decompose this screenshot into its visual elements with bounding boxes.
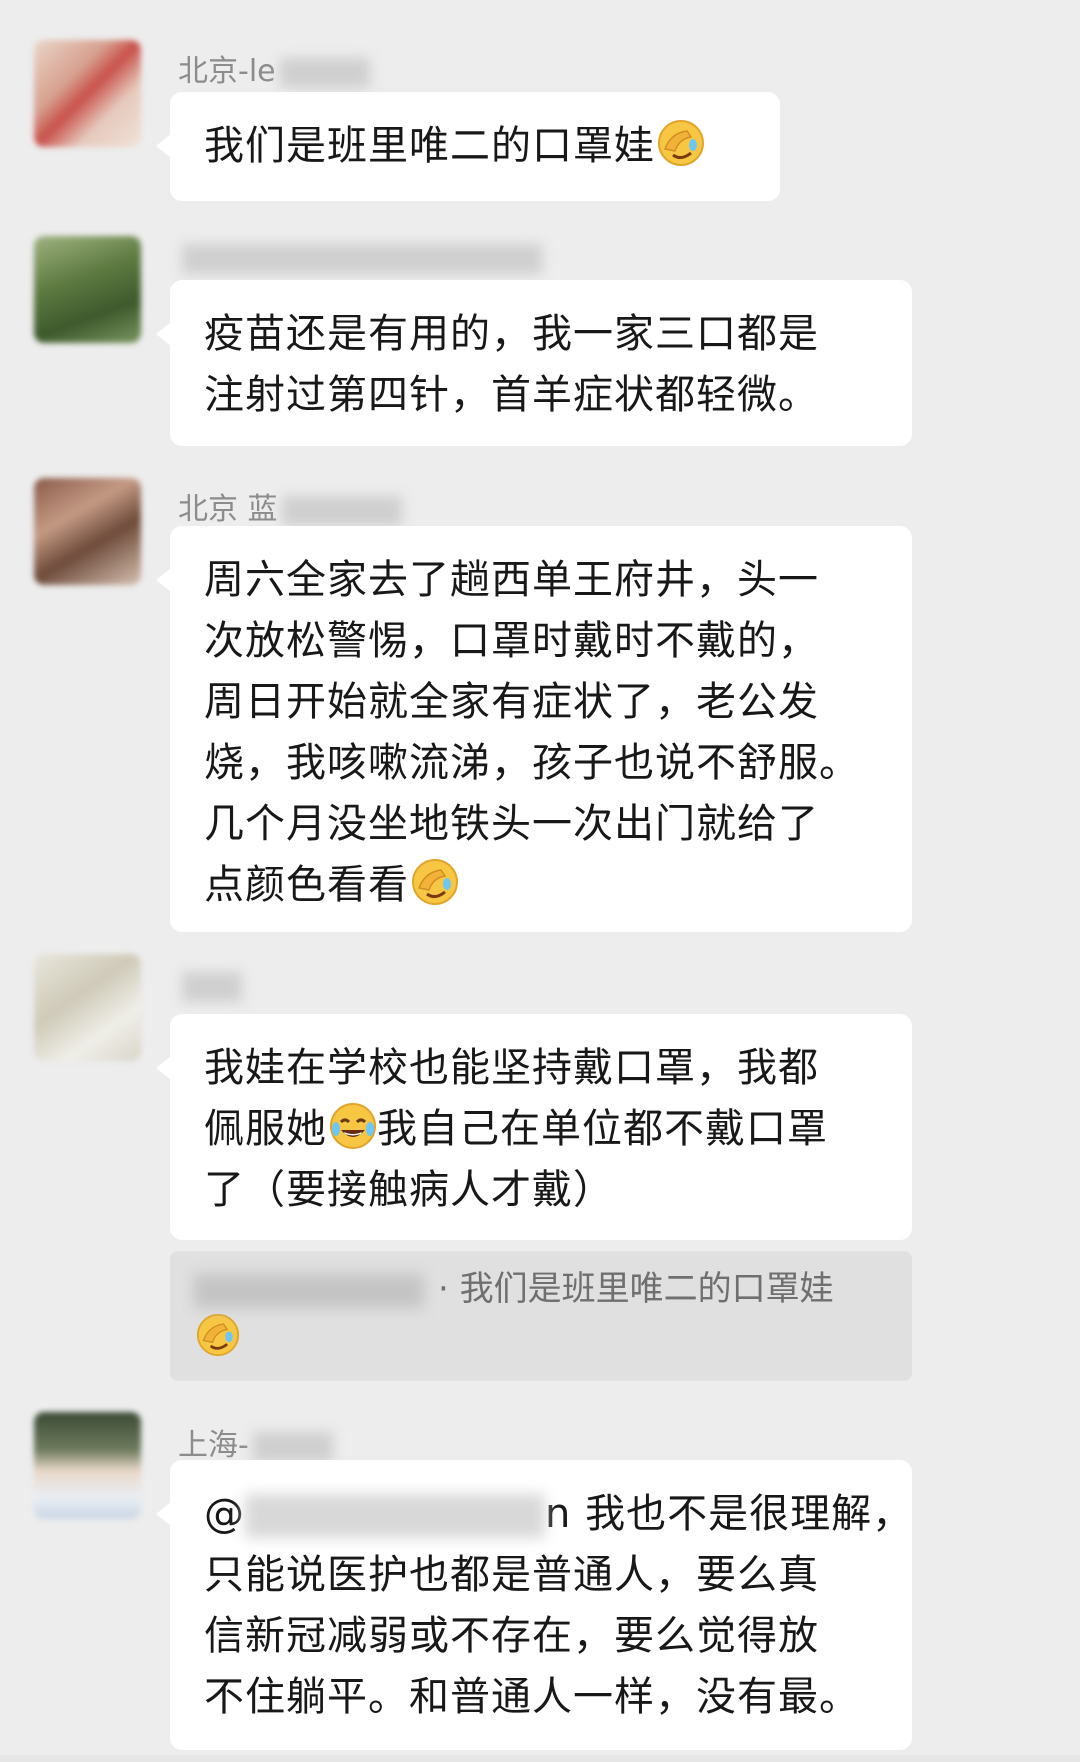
sender-name: 北京-le [178, 46, 370, 90]
quote-text: 我们是班里唯二的口罩娃 [459, 1269, 834, 1309]
message-text-line: 只能说医护也都是普通人，要么真 [204, 1552, 819, 1598]
divider [0, 1755, 1080, 1762]
message-text-line: 几个月没坐地铁头一次出门就给了 [204, 801, 819, 847]
tears-of-joy-emoji [330, 1103, 376, 1149]
message-bubble[interactable]: 疫苗还是有用的，我一家三口都是 注射过第四针，首羊症状都轻微。 [156, 280, 912, 446]
message-text-line: @ n 我也不是很理解， [204, 1491, 914, 1538]
avatar[interactable] [34, 954, 141, 1061]
message-text-line: 我娃在学校也能坚持戴口罩，我都 [204, 1045, 819, 1091]
message-bubble[interactable]: 我娃在学校也能坚持戴口罩，我都 佩服她 我自己在单位都不戴口罩 了（要接触病人才戴… [156, 1014, 912, 1240]
sender-name: 上海- [178, 1420, 333, 1464]
quote-separator: · [438, 1269, 460, 1309]
message-text-line: 佩服她 我自己在单位都不戴口罩 [204, 1099, 880, 1160]
facepalm-laugh-emoji [658, 120, 704, 166]
message-text-line: 疫苗还是有用的，我一家三口都是 [204, 311, 819, 357]
avatar[interactable] [34, 40, 141, 147]
facepalm-laugh-emoji [196, 1313, 240, 1357]
avatar[interactable] [34, 236, 141, 343]
message-text-line: 烧，我咳嗽流涕，孩子也说不舒服。 [204, 740, 860, 786]
message-text-line: 了（要接触病人才戴） [204, 1167, 614, 1213]
message-text-line: 点颜色看看 [204, 855, 880, 916]
message-text-line: 注射过第四针，首羊症状都轻微。 [204, 372, 819, 418]
avatar[interactable] [34, 478, 141, 585]
message-bubble[interactable]: 我们是班里唯二的口罩娃 [156, 92, 780, 201]
message-text-line: 次放松警惕，口罩时戴时不戴的， [204, 618, 819, 664]
message-bubble[interactable]: @ n 我也不是很理解， 只能说医护也都是普通人，要么真 信新冠减弱或不存在，要么… [156, 1460, 914, 1750]
message-text-line: 周日开始就全家有症状了，老公发 [204, 679, 819, 725]
chat-window: 北京-le 我们是班里唯二的口罩娃 疫苗还是有用的，我一家三口都是 注射过第四针… [0, 0, 1080, 1762]
sender-name [178, 968, 242, 1003]
message-bubble[interactable]: 周六全家去了趟西单王府井，头一 次放松警惕，口罩时戴时不戴的， 周日开始就全家有… [156, 526, 912, 932]
sender-name [178, 240, 542, 275]
quote-line [194, 1313, 888, 1362]
avatar[interactable] [34, 1412, 141, 1519]
quoted-message[interactable]: · 我们是班里唯二的口罩娃 [170, 1251, 912, 1381]
message-text: 我们是班里唯二的口罩娃 [204, 116, 748, 177]
sender-name: 北京 蓝 [178, 484, 402, 528]
mention-name[interactable] [245, 1494, 545, 1538]
message-text-line: 信新冠减弱或不存在，要么觉得放 [204, 1613, 819, 1659]
message-text-line: 周六全家去了趟西单王府井，头一 [204, 557, 819, 603]
message-text-line: 不住躺平。和普通人一样，没有最。 [204, 1674, 860, 1720]
facepalm-laugh-emoji [412, 859, 458, 905]
quote-line: · 我们是班里唯二的口罩娃 [194, 1265, 888, 1313]
